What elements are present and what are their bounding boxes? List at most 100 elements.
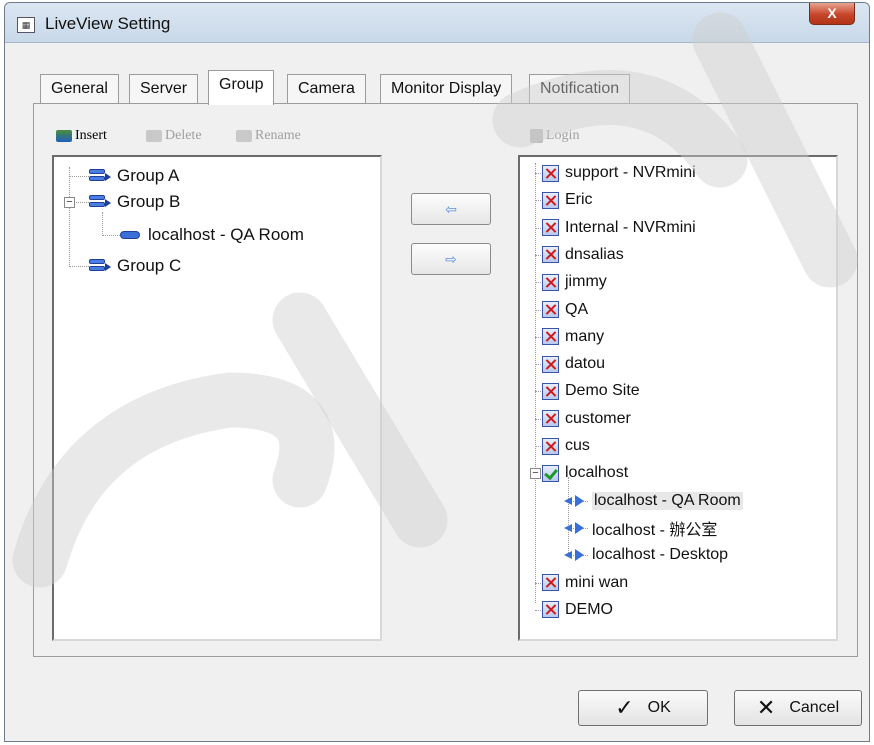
tree-item-label: many (565, 327, 605, 345)
rename-label: Rename (255, 128, 301, 143)
server-disconnected-icon (542, 382, 559, 400)
tab-camera[interactable]: Camera (287, 74, 366, 104)
server-connected-icon (542, 464, 559, 482)
tree-item-server[interactable]: cus (542, 434, 590, 458)
move-right-button[interactable]: ⇨ (411, 243, 491, 275)
camera-audio-icon (564, 521, 586, 535)
cancel-button[interactable]: ✕ Cancel (734, 690, 862, 726)
tree-item-label: localhost (565, 464, 629, 482)
tab-notification[interactable]: Notification (529, 74, 631, 104)
ok-button[interactable]: ✓ OK (578, 690, 708, 726)
insert-icon (56, 130, 72, 142)
tree-item-label: Demo Site (565, 382, 640, 400)
group-icon (89, 194, 111, 210)
tree-item-label: Group B (117, 192, 181, 211)
delete-label: Delete (165, 128, 202, 143)
collapse-icon[interactable]: − (64, 197, 75, 208)
tree-item-label: mini wan (565, 573, 629, 591)
server-disconnected-icon (542, 191, 559, 209)
tree-item-camera[interactable]: localhost - QA Room (120, 223, 304, 247)
cancel-icon: ✕ (756, 695, 776, 720)
tree-item-label: Eric (565, 191, 593, 209)
rename-icon (236, 130, 252, 142)
arrow-right-icon: ⇨ (445, 251, 457, 267)
rename-button[interactable]: Rename (236, 128, 301, 144)
tab-general[interactable]: General (40, 74, 119, 104)
tree-item-server[interactable]: Eric (542, 188, 593, 212)
tree-item-camera[interactable]: localhost - Desktop (564, 543, 728, 567)
tree-item-group-b[interactable]: Group B (89, 190, 180, 214)
tree-item-label: localhost - Desktop (592, 546, 729, 564)
close-button[interactable]: X (809, 3, 855, 25)
camera-audio-icon (564, 548, 586, 562)
server-disconnected-icon (542, 437, 559, 455)
tree-item-server[interactable]: Internal - NVRmini (542, 216, 696, 240)
group-icon (89, 168, 111, 184)
tree-item-label: Internal - NVRmini (565, 218, 696, 236)
tree-line (102, 212, 103, 236)
group-tree-pane[interactable]: − Group A Group B localhost - QA Room Gr… (52, 155, 382, 641)
tree-item-label: localhost - 辦公室 (592, 521, 718, 539)
tree-item-label: jimmy (565, 273, 607, 291)
tree-item-camera[interactable]: localhost - QA Room (564, 489, 743, 513)
server-disconnected-icon (542, 410, 559, 428)
tree-item-server[interactable]: many (542, 325, 604, 349)
tree-item-label: localhost - QA Room (148, 225, 304, 244)
tree-line (69, 176, 89, 177)
server-disconnected-icon (542, 301, 559, 318)
tree-item-server[interactable]: QA (542, 298, 588, 322)
cancel-label: Cancel (789, 699, 840, 716)
server-disconnected-icon (542, 601, 559, 619)
delete-button[interactable]: Delete (146, 128, 202, 144)
tree-item-group-a[interactable]: Group A (89, 164, 179, 188)
tree-item-server[interactable]: support - NVRmini (542, 161, 696, 185)
collapse-icon[interactable]: − (530, 468, 541, 479)
app-icon: ▦ (17, 17, 35, 33)
tree-item-server[interactable]: Demo Site (542, 379, 640, 403)
tab-monitor-display[interactable]: Monitor Display (380, 74, 513, 104)
ok-label: OK (647, 699, 671, 716)
move-left-button[interactable]: ⇦ (411, 193, 491, 225)
checkmark-icon: ✓ (615, 695, 634, 720)
login-icon (530, 129, 543, 143)
tree-item-camera[interactable]: localhost - 辦公室 (564, 516, 717, 540)
tree-item-server[interactable]: localhost (542, 461, 628, 485)
insert-button[interactable]: Insert (56, 128, 107, 144)
tree-item-group-c[interactable]: Group C (89, 254, 181, 278)
tree-item-label: dnsalias (565, 245, 624, 263)
server-disconnected-icon (542, 273, 559, 291)
tree-item-label: cus (565, 437, 590, 454)
tree-item-label: Group A (117, 166, 180, 185)
window-title: LiveView Setting (45, 14, 171, 33)
tree-item-label: Group C (117, 256, 182, 275)
tab-group[interactable]: Group (208, 70, 275, 105)
tree-line (69, 167, 70, 267)
server-tree-pane[interactable]: support - NVRmini Eric Internal - NVRmini d… (518, 155, 838, 641)
title-bar[interactable]: ▦ LiveView Setting X (5, 3, 869, 43)
tree-item-server[interactable]: dnsalias (542, 243, 624, 267)
insert-label: Insert (75, 128, 107, 143)
tree-item-server[interactable]: customer (542, 407, 631, 431)
tree-item-label: datou (565, 355, 606, 373)
login-button[interactable]: Login (530, 128, 579, 144)
tree-item-label: localhost - QA Room (592, 491, 743, 510)
tree-line (535, 163, 536, 603)
server-disconnected-icon (542, 246, 559, 264)
arrow-left-icon: ⇦ (445, 201, 457, 217)
camera-icon (120, 231, 140, 239)
tree-item-label: DEMO (565, 600, 613, 618)
group-icon (89, 258, 111, 274)
server-disconnected-icon (542, 219, 559, 237)
tree-item-server[interactable]: DEMO (542, 598, 613, 622)
tab-server[interactable]: Server (129, 74, 199, 104)
camera-audio-icon (564, 494, 586, 508)
tree-item-server[interactable]: mini wan (542, 571, 628, 595)
tree-item-label: customer (565, 409, 631, 427)
server-disconnected-icon (542, 328, 559, 346)
tree-item-server[interactable]: jimmy (542, 270, 607, 294)
tree-item-label: support - NVRmini (565, 164, 696, 181)
server-disconnected-icon (542, 574, 559, 591)
tree-item-server[interactable]: datou (542, 352, 605, 376)
tree-line (69, 266, 89, 267)
server-disconnected-icon (542, 164, 559, 182)
